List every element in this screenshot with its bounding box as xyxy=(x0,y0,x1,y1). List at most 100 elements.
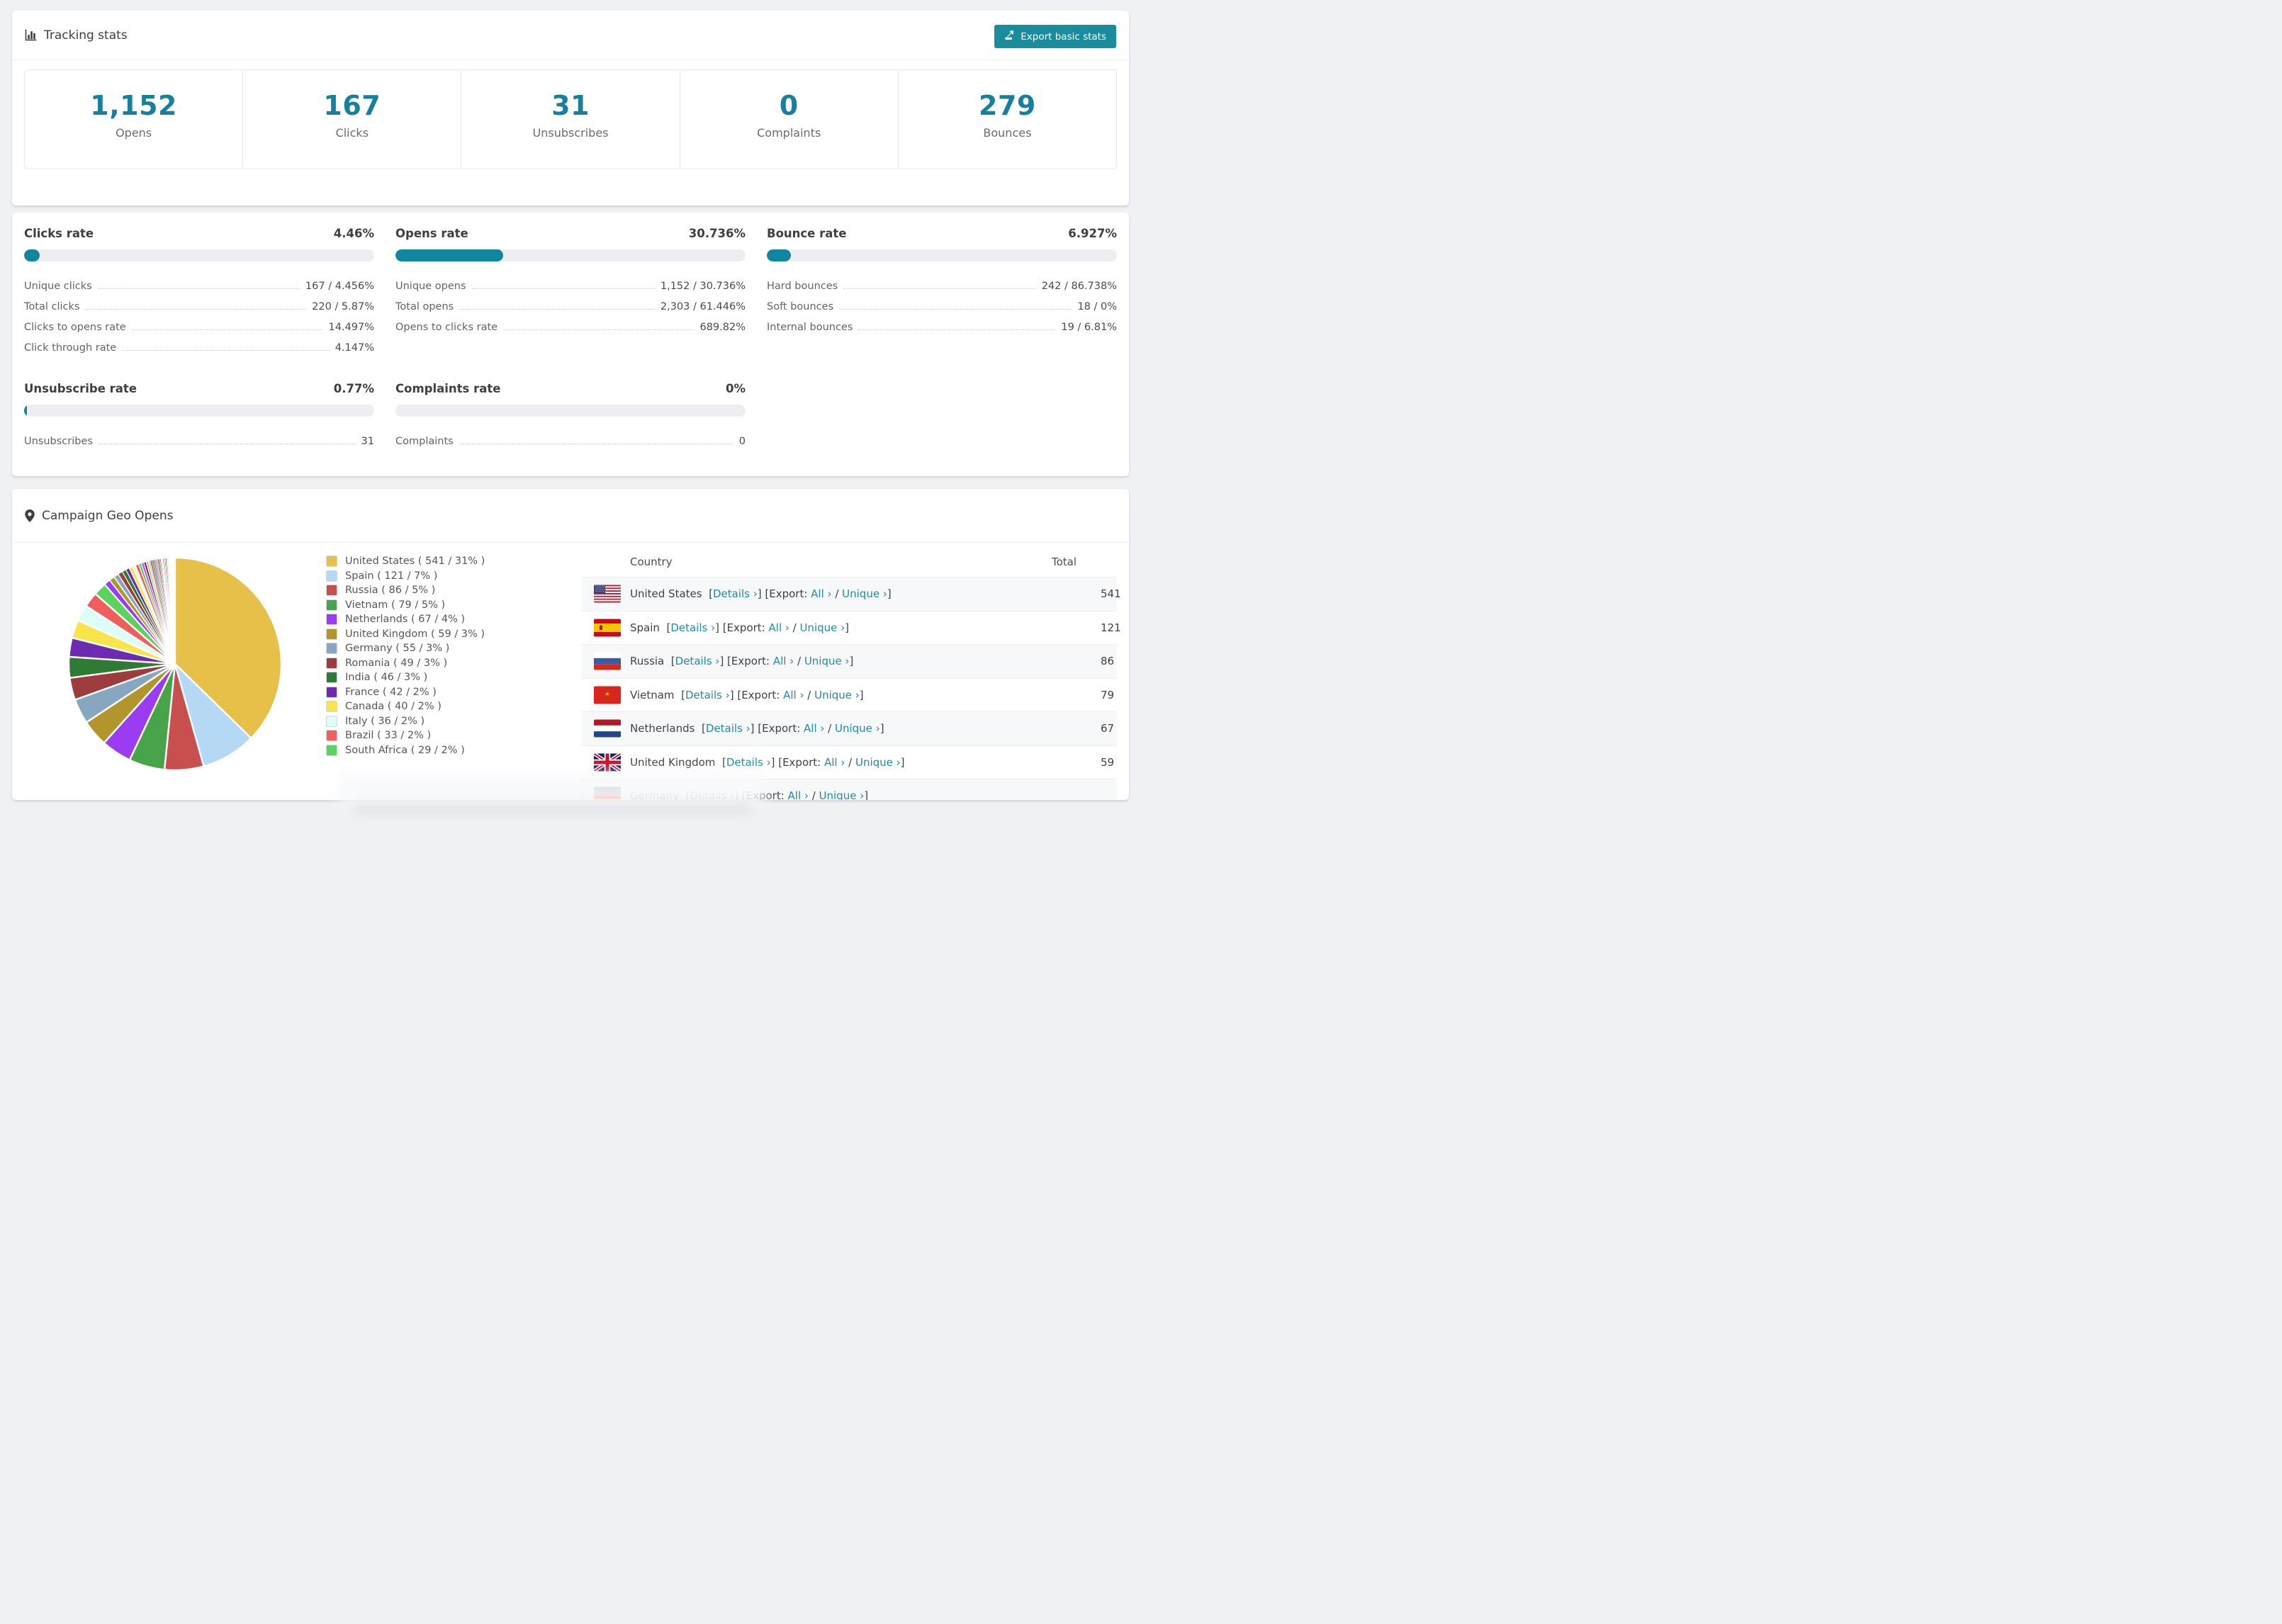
stat-value: 0 xyxy=(779,90,799,121)
export-unique-link[interactable]: Unique › xyxy=(855,756,901,769)
rate-value: 30.736% xyxy=(688,227,746,240)
map-pin-icon xyxy=(25,509,35,522)
rate-progress-track xyxy=(24,249,374,261)
legend-item-italy: Italy ( 36 / 2% ) xyxy=(326,714,581,729)
export-all-link[interactable]: All › xyxy=(824,756,845,769)
ru-flag-icon xyxy=(594,652,621,670)
export-unique-link[interactable]: Unique › xyxy=(804,655,850,667)
legend-item-russia: Russia ( 86 / 5% ) xyxy=(326,583,581,598)
country-total: 86 xyxy=(1101,655,1115,668)
stat-label: Complaints xyxy=(757,126,821,140)
export-all-link[interactable]: All › xyxy=(804,722,824,735)
export-basic-stats-button[interactable]: Export basic stats xyxy=(994,25,1116,48)
export-all-link[interactable]: All › xyxy=(788,789,809,800)
geo-card-header: Campaign Geo Opens xyxy=(12,489,1129,543)
rate-value: 0.77% xyxy=(333,382,374,395)
details-link[interactable]: Details › xyxy=(670,621,715,634)
stat-value: 1,152 xyxy=(90,90,177,121)
metric-label: Opens to clicks rate xyxy=(395,322,498,333)
us-flag-icon xyxy=(594,585,621,603)
geo-pie-chart xyxy=(24,547,283,800)
stat-value: 31 xyxy=(551,90,590,121)
tracking-stats-header: Tracking stats Export basic stats xyxy=(12,11,1129,60)
legend-swatch xyxy=(326,715,337,727)
rate-value: 4.46% xyxy=(333,227,374,240)
stat-box-clicks: 167 Clicks xyxy=(242,70,461,169)
country-total: 541 xyxy=(1101,587,1121,601)
tracking-stats-title: Tracking stats xyxy=(25,28,128,43)
details-link[interactable]: Details › xyxy=(713,587,758,600)
legend-label: Spain ( 121 / 7% ) xyxy=(345,570,438,582)
country-name: Netherlands xyxy=(630,722,695,735)
legend-item-netherlands: Netherlands ( 67 / 4% ) xyxy=(326,612,581,627)
export-unique-link[interactable]: Unique › xyxy=(819,789,865,800)
legend-label: Netherlands ( 67 / 4% ) xyxy=(345,614,466,626)
dotted-leader xyxy=(471,288,655,289)
rate-header: Clicks rate 4.46% xyxy=(24,227,374,240)
total-column-header: Total xyxy=(1052,556,1077,568)
geo-content: United States ( 541 / 31% ) Spain ( 121 … xyxy=(12,543,1129,800)
legend-label: United Kingdom ( 59 / 3% ) xyxy=(345,628,485,640)
country-total: 79 xyxy=(1101,688,1115,701)
details-link[interactable]: Details › xyxy=(675,655,720,667)
legend-swatch xyxy=(326,686,337,698)
legend-label: Russia ( 86 / 5% ) xyxy=(345,585,436,597)
details-link[interactable]: Details › xyxy=(726,756,771,769)
metric-value: 0 xyxy=(738,436,746,447)
export-unique-link[interactable]: Unique › xyxy=(842,587,887,600)
bottom-blur-artifact xyxy=(340,775,765,806)
metric-row: Unsubscribes 31 xyxy=(24,427,374,447)
metric-row: Complaints 0 xyxy=(395,427,746,447)
country-name: United Kingdom xyxy=(630,755,716,769)
stat-box-opens: 1,152 Opens xyxy=(25,70,242,169)
export-all-link[interactable]: All › xyxy=(811,587,831,600)
legend-label: India ( 46 / 3% ) xyxy=(345,672,428,684)
metric-row: Total clicks 220 / 5.87% xyxy=(24,292,374,312)
rate-value: 0% xyxy=(725,382,746,395)
metric-value: 167 / 4.456% xyxy=(305,281,374,292)
stat-value: 167 xyxy=(323,90,381,121)
rate-title: Opens rate xyxy=(395,227,468,240)
export-all-link[interactable]: All › xyxy=(783,689,804,701)
country-total: 59 xyxy=(1101,755,1115,769)
metric-value: 19 / 6.81% xyxy=(1061,322,1117,333)
stat-label: Unsubscribes xyxy=(532,126,609,140)
metric-row: Click through rate 4.147% xyxy=(24,333,374,354)
stat-box-bounces: 279 Bounces xyxy=(897,70,1116,169)
rate-title: Unsubscribe rate xyxy=(24,382,137,395)
dotted-leader xyxy=(122,350,330,351)
pie-legend: United States ( 541 / 31% ) Spain ( 121 … xyxy=(326,547,581,800)
export-unique-link[interactable]: Unique › xyxy=(799,621,845,634)
country-total: 67 xyxy=(1101,722,1115,735)
legend-swatch xyxy=(326,570,337,582)
geo-opens-table: Country Total United States [Details ›] … xyxy=(581,547,1121,800)
rate-progress-track xyxy=(395,405,746,417)
rate-progress-fill xyxy=(767,249,792,261)
country-name: Vietnam xyxy=(630,688,675,701)
metric-label: Unsubscribes xyxy=(24,436,93,447)
metric-value: 1,152 / 30.736% xyxy=(660,281,746,292)
stat-value: 279 xyxy=(979,90,1036,121)
geo-table-row-us: United States [Details ›] [Export: All ›… xyxy=(581,577,1121,611)
rate-value: 6.927% xyxy=(1068,227,1117,240)
details-link[interactable]: Details › xyxy=(706,722,751,735)
geo-table-row-nl: Netherlands [Details ›] [Export: All › /… xyxy=(581,711,1117,745)
metric-value: 220 / 5.87% xyxy=(312,301,374,312)
export-all-link[interactable]: All › xyxy=(769,621,789,634)
export-all-link[interactable]: All › xyxy=(773,655,794,667)
export-unique-link[interactable]: Unique › xyxy=(814,689,860,701)
metric-value: 689.82% xyxy=(699,322,746,333)
export-unique-link[interactable]: Unique › xyxy=(835,722,880,735)
legend-swatch xyxy=(326,730,337,742)
rate-title: Clicks rate xyxy=(24,227,94,240)
details-link[interactable]: Details › xyxy=(685,689,730,701)
export-button-label: Export basic stats xyxy=(1021,30,1106,43)
legend-swatch xyxy=(326,599,337,611)
legend-label: Italy ( 36 / 2% ) xyxy=(345,715,425,727)
metric-label: Complaints xyxy=(395,436,454,447)
legend-item-france: France ( 42 / 2% ) xyxy=(326,685,581,700)
stat-label: Bounces xyxy=(983,126,1032,140)
metric-label: Soft bounces xyxy=(767,301,834,312)
dotted-leader xyxy=(459,309,655,310)
bar-chart-icon xyxy=(25,29,37,41)
